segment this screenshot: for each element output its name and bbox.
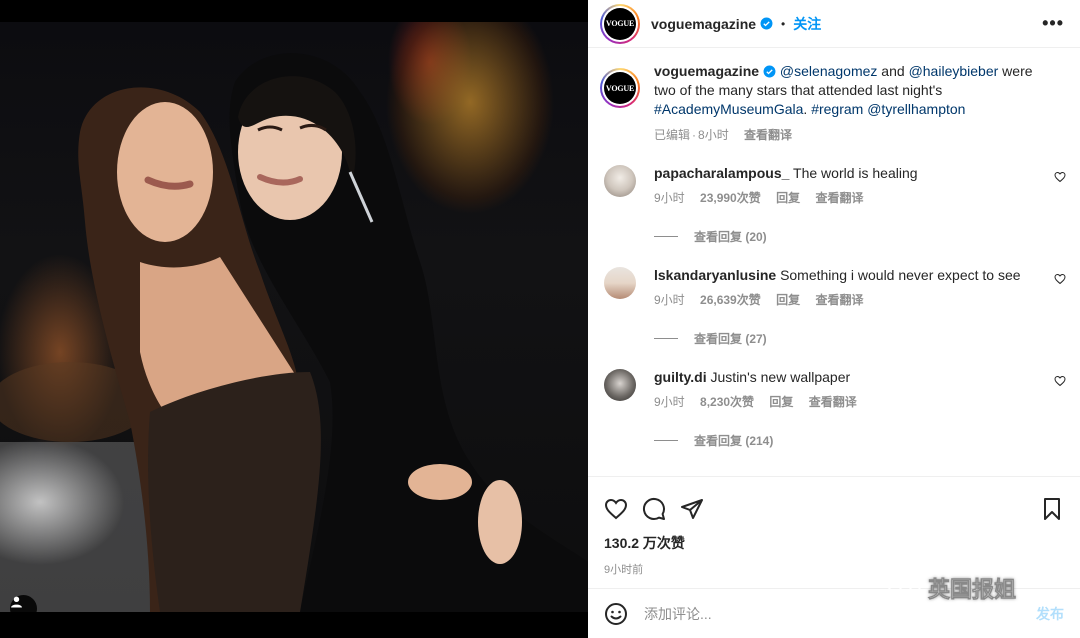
mention-link[interactable]: @selenagomez	[780, 63, 878, 79]
view-replies-button[interactable]: 查看回复 (20)	[654, 228, 1068, 245]
comment-body: papacharalampous_ The world is healing 9…	[654, 165, 1054, 206]
caption-avatar[interactable]: VOGUE	[600, 68, 640, 108]
replies-line	[654, 440, 678, 441]
more-options-icon[interactable]: •••	[1042, 13, 1068, 34]
see-translation-link[interactable]: 查看翻译	[815, 293, 863, 307]
add-comment-bar: 发布	[588, 588, 1080, 638]
caption-meta: 已编辑 · 8小时 查看翻译	[654, 126, 1054, 145]
photo-illustration	[0, 53, 588, 612]
comment-text: Justin's new wallpaper	[710, 369, 851, 385]
post-actions-section: 130.2 万次赞 9小时前	[588, 476, 1080, 577]
emoji-icon[interactable]	[604, 602, 628, 626]
action-bar	[588, 477, 1080, 527]
comment-like-heart-icon[interactable]	[1054, 171, 1066, 183]
view-replies-label: 查看回复 (20)	[694, 230, 767, 244]
commenter-avatar[interactable]	[604, 267, 636, 299]
replies-line	[654, 338, 678, 339]
verified-badge-icon	[760, 17, 773, 30]
comment-body: guilty.di Justin's new wallpaper 9小时 8,2…	[654, 369, 1054, 410]
comment-like-count[interactable]: 8,230次赞	[700, 395, 754, 409]
verified-badge-icon	[763, 65, 776, 78]
view-replies-button[interactable]: 查看回复 (214)	[654, 432, 1068, 449]
comment-meta: 9小时 23,990次赞 回复 查看翻译	[654, 189, 1054, 206]
comment-age: 9小时	[654, 293, 685, 307]
comment-item: guilty.di Justin's new wallpaper 9小时 8,2…	[600, 369, 1068, 410]
replies-line	[654, 236, 678, 237]
comment-like-count[interactable]: 26,639次赞	[700, 293, 761, 307]
comment-like-count[interactable]: 23,990次赞	[700, 191, 761, 205]
separator-dot: •	[781, 16, 786, 31]
comment-like-heart-icon[interactable]	[1054, 273, 1066, 285]
reply-button[interactable]: 回复	[776, 293, 800, 307]
follow-button[interactable]: 关注	[793, 14, 821, 34]
hashtag-link[interactable]: #regram	[811, 101, 863, 117]
reply-button[interactable]: 回复	[776, 191, 800, 205]
comment-meta: 9小时 8,230次赞 回复 查看翻译	[654, 393, 1054, 410]
comment-body: lskandaryanlusine Something i would neve…	[654, 267, 1054, 308]
caption-text: and	[877, 63, 909, 79]
post-caption: VOGUE voguemagazine @selenagomez and @ha…	[600, 56, 1068, 145]
author-avatar[interactable]: VOGUE	[600, 3, 640, 44]
comment-item: lskandaryanlusine Something i would neve…	[600, 267, 1068, 308]
hashtag-link[interactable]: #AcademyMuseumGala	[654, 101, 803, 117]
mention-link[interactable]: @haileybieber	[909, 63, 999, 79]
post-header: VOGUE voguemagazine • 关注 •••	[588, 0, 1080, 48]
post-photo[interactable]	[0, 22, 588, 612]
reply-button[interactable]: 回复	[769, 395, 793, 409]
comment-bubble-icon[interactable]	[642, 497, 666, 521]
meta-separator: ·	[692, 128, 697, 142]
comment-item: papacharalampous_ The world is healing 9…	[600, 165, 1068, 206]
view-replies-label: 查看回复 (27)	[694, 332, 767, 346]
post-timestamp: 9小时前	[604, 564, 644, 576]
commenter-username[interactable]: lskandaryanlusine	[654, 267, 776, 283]
caption-body: voguemagazine @selenagomez and @haileybi…	[654, 62, 1054, 145]
see-translation-link[interactable]: 查看翻译	[815, 191, 863, 205]
commenter-avatar[interactable]	[604, 369, 636, 401]
save-bookmark-icon[interactable]	[1040, 497, 1064, 521]
vogue-logo: VOGUE	[604, 72, 636, 104]
commenter-avatar[interactable]	[604, 165, 636, 197]
like-heart-icon[interactable]	[604, 497, 628, 521]
comment-text: The world is healing	[793, 165, 918, 181]
commenter-username[interactable]: guilty.di	[654, 369, 707, 385]
edited-label: 已编辑	[654, 128, 691, 142]
vogue-logo: VOGUE	[604, 7, 636, 40]
caption-age: 8小时	[698, 128, 729, 142]
view-replies-label: 查看回复 (214)	[694, 434, 774, 448]
post-side-panel: VOGUE voguemagazine • 关注 ••• VOGUE vogue…	[588, 0, 1080, 638]
author-username[interactable]: voguemagazine	[651, 16, 756, 32]
see-translation-link[interactable]: 查看翻译	[809, 395, 857, 409]
comment-input[interactable]	[644, 605, 974, 622]
caption-username[interactable]: voguemagazine	[654, 63, 759, 79]
see-translation-link[interactable]: 查看翻译	[744, 128, 792, 142]
comments-list[interactable]: VOGUE voguemagazine @selenagomez and @ha…	[588, 56, 1080, 476]
view-replies-button[interactable]: 查看回复 (27)	[654, 330, 1068, 347]
share-send-icon[interactable]	[680, 497, 704, 521]
comment-meta: 9小时 26,639次赞 回复 查看翻译	[654, 291, 1054, 308]
mention-link[interactable]: @tyrellhampton	[867, 101, 965, 117]
photo-panel	[0, 0, 588, 638]
comment-age: 9小时	[654, 395, 685, 409]
comment-like-heart-icon[interactable]	[1054, 375, 1066, 387]
comment-age: 9小时	[654, 191, 685, 205]
comment-text: Something i would never expect to see	[780, 267, 1021, 283]
commenter-username[interactable]: papacharalampous_	[654, 165, 789, 181]
like-count[interactable]: 130.2 万次赞	[588, 527, 1080, 553]
post-comment-button[interactable]: 发布	[1036, 604, 1064, 624]
